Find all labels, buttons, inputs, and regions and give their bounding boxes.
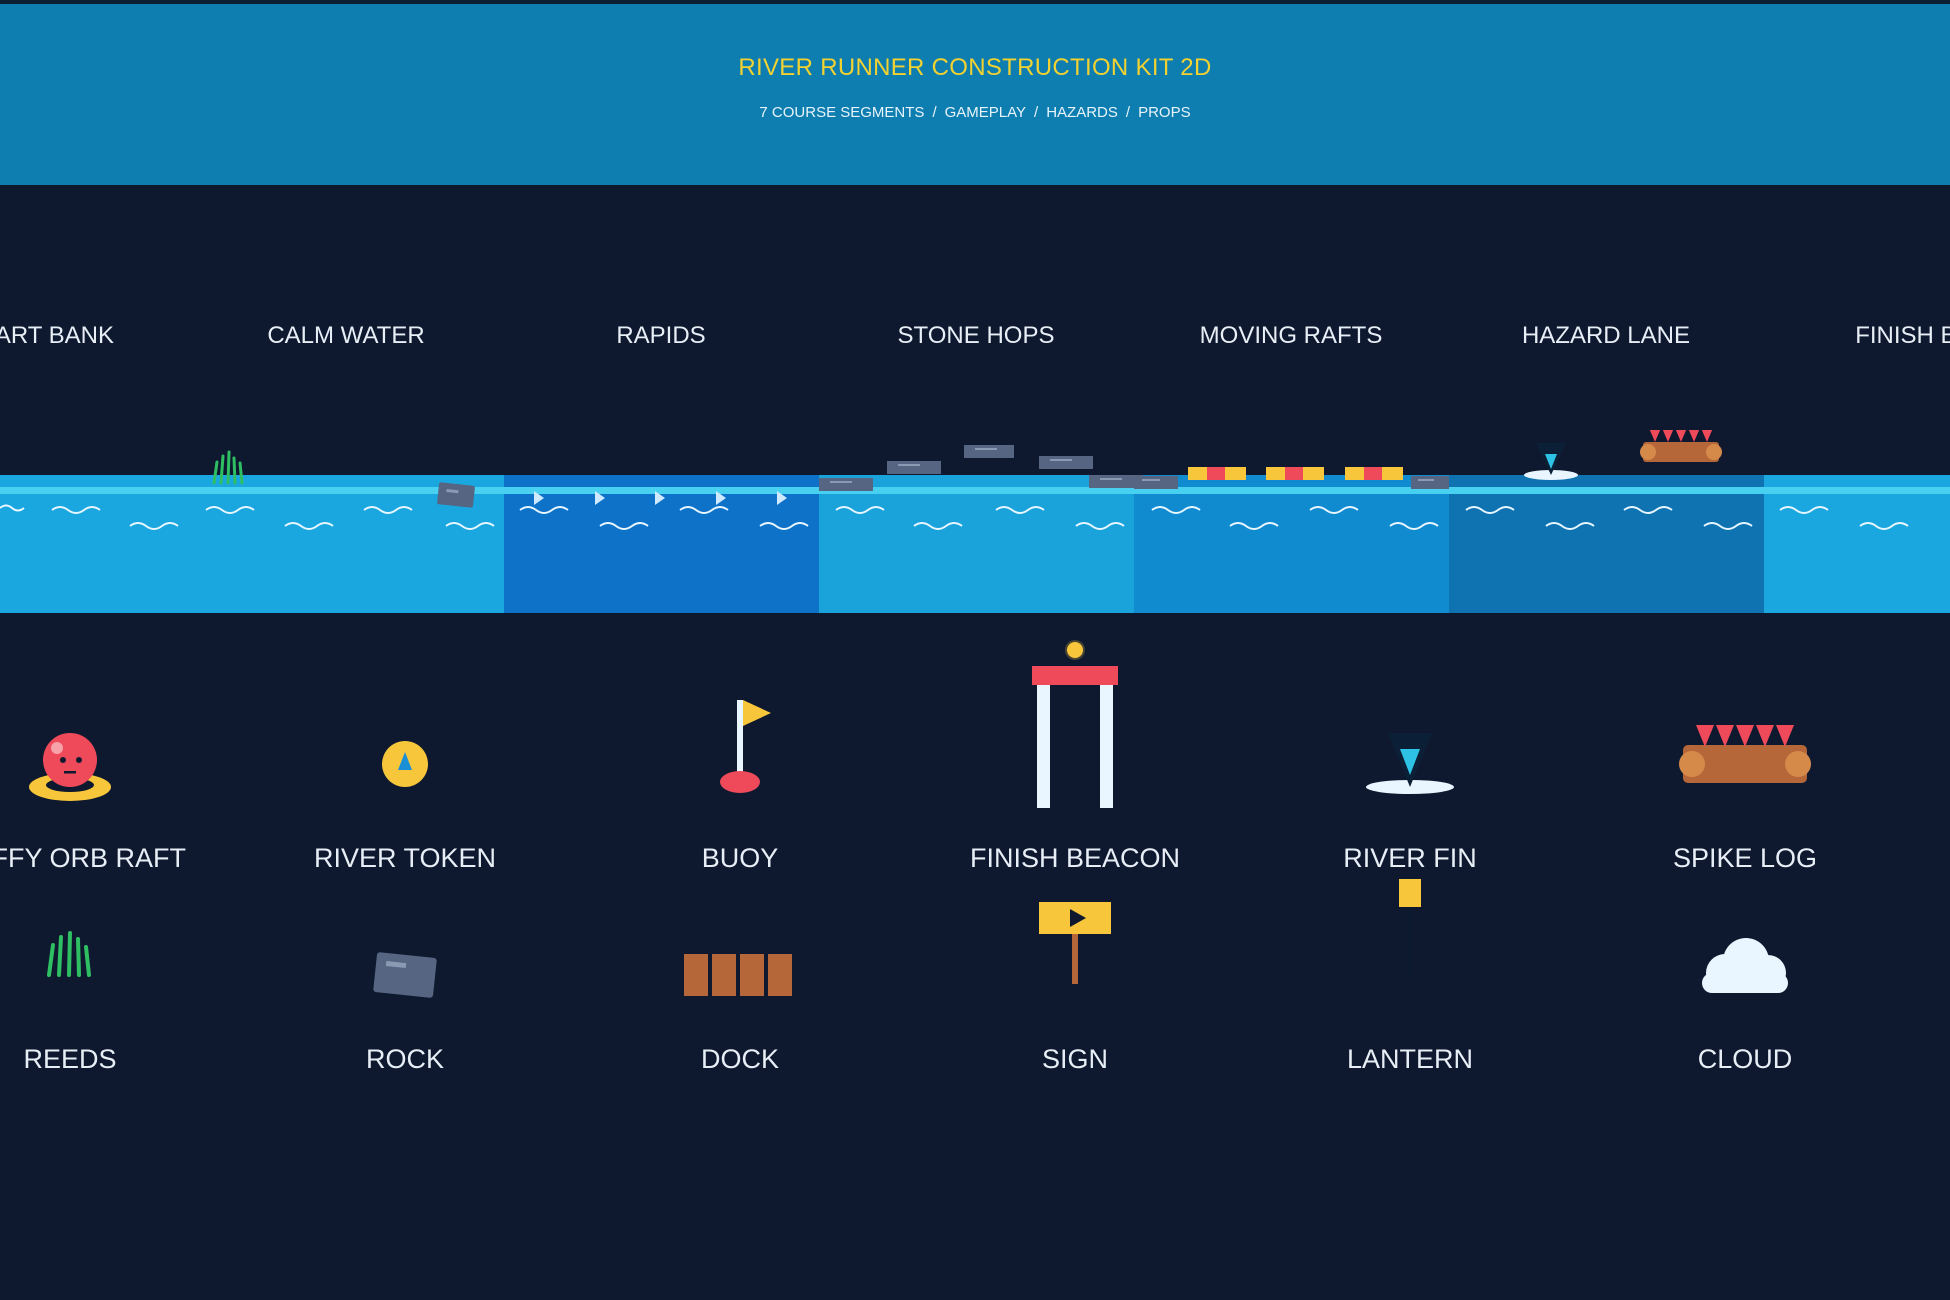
segment-label-finish-bay: FINISH BAY bbox=[1855, 322, 1950, 349]
cloud-icon bbox=[1702, 938, 1788, 993]
finish-beacon-icon bbox=[1032, 640, 1118, 808]
segment-label-calm-water: CALM WATER bbox=[267, 322, 425, 349]
prop-label-spike-log: SPIKE LOG bbox=[1672, 843, 1818, 873]
river-course bbox=[0, 430, 1950, 613]
prop-label-river-token: RIVER TOKEN bbox=[313, 843, 497, 873]
drifting-rock bbox=[437, 482, 475, 508]
segment-label-hazard-lane: HAZARD LANE bbox=[1521, 322, 1691, 349]
prop-label-lantern: LANTERN bbox=[1346, 1044, 1474, 1074]
orb-raft-icon bbox=[29, 733, 111, 801]
water-finish-bay bbox=[1764, 475, 1950, 613]
dock-icon bbox=[684, 954, 792, 996]
river-fin-icon bbox=[1366, 733, 1454, 794]
segment-label-stone-hops: STONE HOPS bbox=[897, 322, 1055, 349]
water-hazard-lane bbox=[1449, 475, 1764, 613]
segment-label-moving-rafts: MOVING RAFTS bbox=[1199, 322, 1383, 349]
prop-label-finish-beacon: FINISH BEACON bbox=[969, 843, 1181, 873]
rock-icon bbox=[373, 952, 437, 998]
prop-label-buoy: BUOY bbox=[701, 843, 779, 873]
segment-label-rapids: RAPIDS bbox=[616, 322, 706, 349]
lantern-icon bbox=[1399, 879, 1421, 977]
spike-log-hazard bbox=[1640, 430, 1722, 462]
water-moving-rafts bbox=[1134, 475, 1449, 613]
water-surface-line bbox=[0, 487, 1950, 494]
river-token-icon bbox=[382, 741, 428, 787]
segment-label-start-bank: START BANK bbox=[0, 322, 115, 349]
river-fin-hazard bbox=[1524, 443, 1578, 480]
prop-label-cloud: CLOUD bbox=[1697, 1044, 1793, 1074]
prop-label-rock: ROCK bbox=[365, 1044, 444, 1074]
water-start-calm bbox=[0, 475, 504, 613]
water-stone-hops bbox=[819, 475, 1134, 613]
sign-icon bbox=[1039, 902, 1111, 984]
course-scene: START BANK CALM WATER RAPIDS STONE HOPS … bbox=[0, 0, 1950, 1300]
prop-label-orb-raft: PUFFY ORB RAFT bbox=[0, 843, 187, 873]
buoy-icon bbox=[720, 700, 771, 793]
spike-log-icon bbox=[1679, 725, 1811, 783]
prop-label-sign: SIGN bbox=[1041, 1044, 1108, 1074]
reeds-icon bbox=[47, 931, 91, 977]
prop-label-reeds: REEDS bbox=[23, 1044, 117, 1074]
prop-label-river-fin: RIVER FIN bbox=[1343, 843, 1477, 873]
prop-label-dock: DOCK bbox=[700, 1044, 779, 1074]
